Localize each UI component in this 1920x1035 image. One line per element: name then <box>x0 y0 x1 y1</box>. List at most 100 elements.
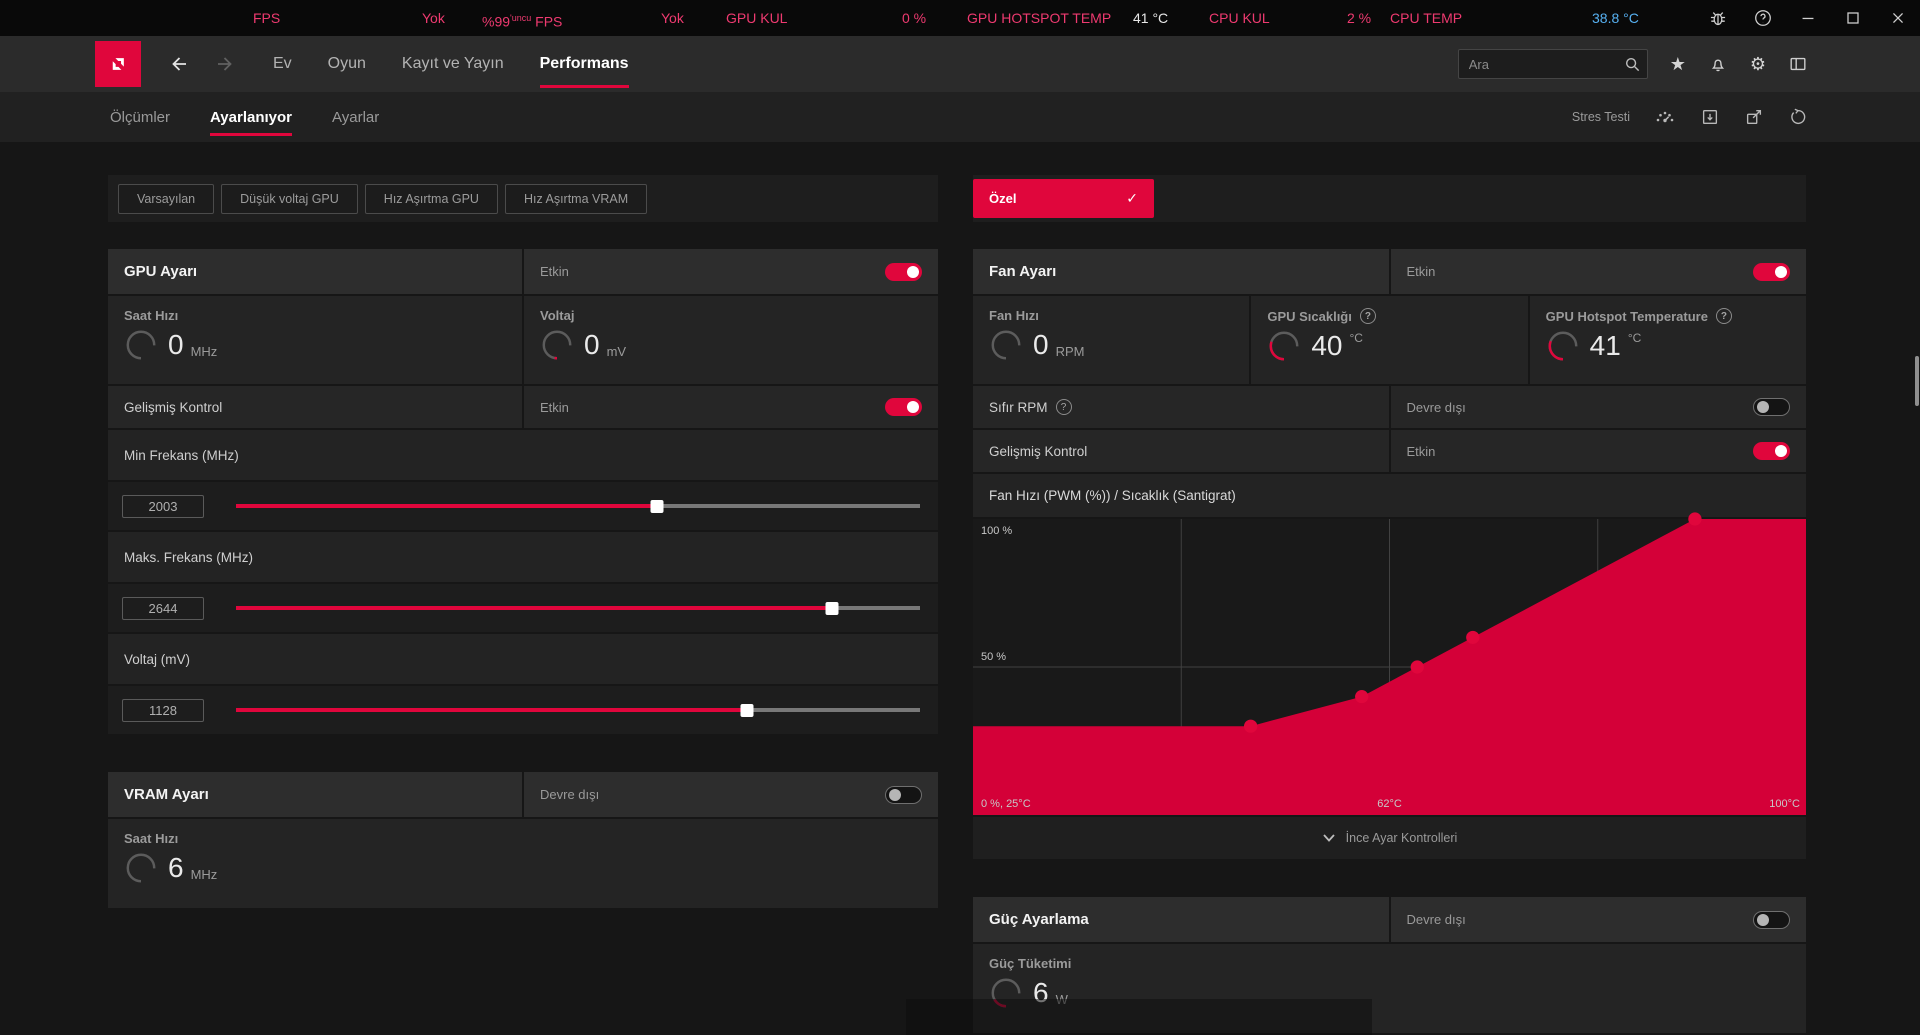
help-icon[interactable]: ? <box>1715 308 1732 324</box>
vram-tuning-card: VRAM Ayarı Devre dışı Saat Hızı 6 MHz <box>108 772 938 908</box>
preset-overclock-gpu-button[interactable]: Hız Aşırtma GPU <box>364 183 498 214</box>
gpu-voltage-label: Voltaj <box>540 308 575 323</box>
fan-curve-point[interactable] <box>1410 660 1424 674</box>
min-frequency-input[interactable] <box>122 494 204 518</box>
amd-logo[interactable] <box>95 41 141 87</box>
metric-fps-value: Yok <box>422 10 445 26</box>
close-button[interactable] <box>1875 0 1920 36</box>
power-enabled-toggle[interactable] <box>1753 910 1790 929</box>
overlay-panel-icon[interactable] <box>1788 54 1808 74</box>
metrics-overlay-bar: FPS Yok %99'uncu FPS Yok GPU KUL 0 % GPU… <box>0 0 1920 36</box>
tab-performance[interactable]: Performans <box>539 49 629 88</box>
gpu-advanced-toggle[interactable] <box>885 398 922 416</box>
stress-test-icon[interactable] <box>1654 106 1676 128</box>
reset-defaults-icon[interactable] <box>1788 107 1808 127</box>
subnav-actions: Stres Testi <box>1572 106 1808 128</box>
scrollbar-thumb[interactable] <box>1915 356 1919 406</box>
max-frequency-input[interactable] <box>122 596 204 620</box>
min-frequency-slider[interactable] <box>236 499 920 513</box>
search-box[interactable] <box>1457 49 1675 79</box>
metric-cpu-temp-value: 38.8 °C <box>1592 10 1639 26</box>
metric-fps-label: FPS <box>253 10 281 26</box>
slider-track[interactable] <box>236 504 920 508</box>
vram-status-text: Devre dışı <box>540 787 600 802</box>
search-input[interactable] <box>1458 56 1675 72</box>
help-icon[interactable]: ? <box>1359 308 1376 324</box>
slider-track[interactable] <box>236 708 920 712</box>
maximize-button[interactable] <box>1830 0 1875 36</box>
vram-clock-value: 6 <box>168 852 184 883</box>
power-status-text: Devre dışı <box>1406 912 1466 927</box>
forward-button[interactable] <box>215 53 237 75</box>
subtab-tuning[interactable]: Ayarlanıyor <box>210 105 292 136</box>
gpu-enabled-toggle[interactable] <box>885 262 922 281</box>
fine-tuning-expander[interactable]: İnce Ayar Kontrolleri <box>973 817 1806 859</box>
voltage-slider[interactable] <box>236 703 920 717</box>
preset-default-button[interactable]: Varsayılan <box>118 183 215 214</box>
fan-speed-label: Fan Hızı <box>989 308 1039 323</box>
close-icon <box>1892 13 1903 23</box>
panel-icon <box>1790 57 1806 71</box>
fan-curve-point[interactable] <box>1466 630 1480 644</box>
slider-track[interactable] <box>236 606 920 610</box>
fan-stats-row: Fan Hızı 0 RPM GPU Sıcaklığı ? 40 °C GPU… <box>973 296 1806 384</box>
preset-overclock-vram-button[interactable]: Hız Aşırtma VRAM <box>504 183 648 214</box>
metric-gpu-util-value: 0 % <box>902 10 927 26</box>
slider-thumb[interactable] <box>740 703 754 717</box>
minimize-button[interactable] <box>1785 0 1830 36</box>
slider-thumb[interactable] <box>825 601 839 615</box>
bug-report-button[interactable] <box>1695 0 1740 36</box>
zero-rpm-label: Sıfır RPM <box>989 399 1048 415</box>
import-profile-icon[interactable] <box>1700 107 1720 127</box>
fan-tuning-card: Fan Ayarı Etkin Fan Hızı 0 RPM GPU Sıcak… <box>973 249 1806 859</box>
gpu-temp-value: 40 <box>1311 330 1343 361</box>
help-icon[interactable]: ? <box>1055 399 1072 415</box>
vram-enabled-toggle[interactable] <box>885 785 922 804</box>
import-icon <box>1702 109 1718 125</box>
fan-speed-unit: RPM <box>1055 344 1085 359</box>
nav-tabs: Ev Oyun Kayıt ve Yayın Performans <box>273 49 629 88</box>
fan-enabled-toggle[interactable] <box>1753 262 1790 281</box>
zero-rpm-toggle[interactable] <box>1753 398 1790 416</box>
left-column: Varsayılan Düşük voltaj GPU Hız Aşırtma … <box>108 175 938 946</box>
expander-label: İnce Ayar Kontrolleri <box>1345 831 1458 845</box>
chevron-down-icon <box>1323 834 1335 842</box>
max-frequency-slider[interactable] <box>236 601 920 615</box>
voltage-input[interactable] <box>122 698 204 722</box>
fan-curve-point[interactable] <box>1355 690 1369 704</box>
metric-99th-fps-value: Yok <box>661 10 684 26</box>
preset-custom-button[interactable]: Özel ✓ <box>973 179 1154 218</box>
fan-speed-value: 0 <box>1033 329 1049 360</box>
performance-subnav: Ölçümler Ayarlanıyor Ayarlar Stres Testi <box>0 92 1920 142</box>
subtab-settings[interactable]: Ayarlar <box>332 105 379 130</box>
right-column: Özel ✓ Fan Ayarı Etkin Fan Hızı 0 RPM GP… <box>973 175 1806 1035</box>
back-button[interactable] <box>167 53 189 75</box>
bug-icon <box>1710 12 1725 26</box>
notifications-bell-icon[interactable] <box>1708 54 1728 74</box>
fan-curve-point[interactable] <box>1688 512 1702 526</box>
gpu-voltage-stat: Voltaj 0 mV <box>524 296 938 384</box>
gpu-hotspot-unit: °C <box>1627 331 1642 345</box>
zero-rpm-status: Devre dışı <box>1406 399 1466 415</box>
fan-curve-chart[interactable]: 100 % 50 % 0 %, 25°C 62°C 100°C <box>973 512 1806 815</box>
metric-99th-fps-label: %99'uncu FPS <box>482 13 563 30</box>
tab-gaming[interactable]: Oyun <box>328 49 366 79</box>
help-button[interactable] <box>1740 0 1785 36</box>
tab-record-stream[interactable]: Kayıt ve Yayın <box>402 49 504 79</box>
vram-clock-label: Saat Hızı <box>124 831 179 846</box>
gpu-voltage-unit: mV <box>606 344 627 359</box>
fan-curve-point[interactable] <box>1244 719 1258 733</box>
subtab-metrics[interactable]: Ölçümler <box>110 105 170 130</box>
power-card-header: Güç Ayarlama Devre dışı <box>973 897 1806 942</box>
preset-undervolt-gpu-button[interactable]: Düşük voltaj GPU <box>221 183 358 214</box>
fan-advanced-row: Gelişmiş Kontrol Etkin <box>973 430 1806 472</box>
gauge-icon <box>991 330 1021 360</box>
vram-card-title: VRAM Ayarı <box>124 786 209 803</box>
export-profile-icon[interactable] <box>1744 107 1764 127</box>
min-frequency-label: Min Frekans (MHz) <box>124 447 239 463</box>
fan-advanced-toggle[interactable] <box>1753 442 1790 460</box>
slider-thumb[interactable] <box>650 499 664 513</box>
gpu-hotspot-value: 41 <box>1589 330 1621 361</box>
settings-gear-icon[interactable]: ⚙ <box>1750 54 1766 75</box>
tab-home[interactable]: Ev <box>273 49 292 79</box>
